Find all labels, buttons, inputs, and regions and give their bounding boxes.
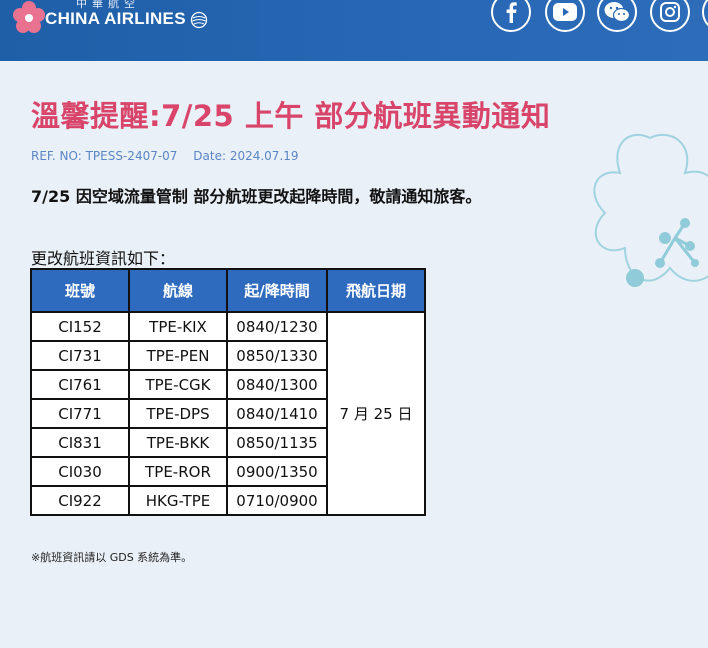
time-cell: 0840/1230	[226, 311, 328, 342]
time-cell: 0850/1330	[226, 340, 328, 371]
route-cell: TPE-CGK	[128, 369, 228, 400]
plum-blossom-logo-icon	[13, 1, 45, 33]
flight-date-cell: 7 月 25 日	[326, 311, 426, 516]
header-flight-number: 班號	[30, 268, 130, 313]
flight-number-cell: CI030	[30, 456, 130, 487]
facebook-icon	[506, 2, 517, 23]
flight-change-table: 班號 航線 起/降時間 飛航日期 CI152 TPE-KIX 0840/1230…	[30, 268, 426, 516]
route-cell: TPE-ROR	[128, 456, 228, 487]
table-intro-text: 更改航班資訊如下：	[31, 249, 176, 268]
instagram-icon	[660, 2, 680, 22]
time-cell: 0840/1410	[226, 398, 328, 429]
notice-date: Date: 2024.07.19	[193, 149, 299, 163]
youtube-icon	[553, 3, 577, 21]
flight-number-cell: CI761	[30, 369, 130, 400]
instagram-button[interactable]	[650, 0, 690, 32]
facebook-button[interactable]	[491, 0, 531, 32]
flight-number-cell: CI831	[30, 427, 130, 458]
flight-number-cell: CI731	[30, 340, 130, 371]
reference-number: REF. NO: TPESS-2407-07	[31, 149, 178, 163]
header-route: 航線	[128, 268, 228, 313]
table-header-row: 班號 航線 起/降時間 飛航日期	[30, 268, 426, 313]
time-cell: 0710/0900	[226, 485, 328, 516]
globe-mark-icon	[190, 11, 208, 29]
logo-text: CHINA AIRLINES	[45, 9, 186, 28]
flight-number-cell: CI922	[30, 485, 130, 516]
route-cell: HKG-TPE	[128, 485, 228, 516]
footnote: ※航班資訊請以 GDS 系統為準。	[31, 551, 193, 564]
route-cell: TPE-KIX	[128, 311, 228, 342]
wechat-icon	[604, 2, 630, 23]
header-flight-date: 飛航日期	[326, 268, 426, 313]
youtube-button[interactable]	[545, 0, 585, 32]
header-dep-arr-time: 起/降時間	[226, 268, 328, 313]
table-row: CI152 TPE-KIX 0840/1230 7 月 25 日	[30, 311, 426, 516]
site-header: 中華航空 CHINA AIRLINES	[0, 0, 708, 61]
notice-title: 溫馨提醒:7/25 上午 部分航班異動通知	[31, 99, 551, 133]
notice-reference: REF. NO: TPESS-2407-07 Date: 2024.07.19	[31, 149, 311, 163]
route-cell: TPE-BKK	[128, 427, 228, 458]
wechat-button[interactable]	[597, 0, 637, 32]
time-cell: 0850/1135	[226, 427, 328, 458]
plum-blossom-decoration-icon	[593, 133, 708, 287]
route-cell: TPE-PEN	[128, 340, 228, 371]
time-cell: 0840/1300	[226, 369, 328, 400]
route-cell: TPE-DPS	[128, 398, 228, 429]
time-cell: 0900/1350	[226, 456, 328, 487]
notice-lead-text: 7/25 因空域流量管制 部分航班更改起降時間，敬請通知旅客。	[31, 187, 482, 206]
flight-number-cell: CI771	[30, 398, 130, 429]
flight-number-cell: CI152	[30, 311, 130, 342]
more-social-button[interactable]	[702, 0, 708, 32]
